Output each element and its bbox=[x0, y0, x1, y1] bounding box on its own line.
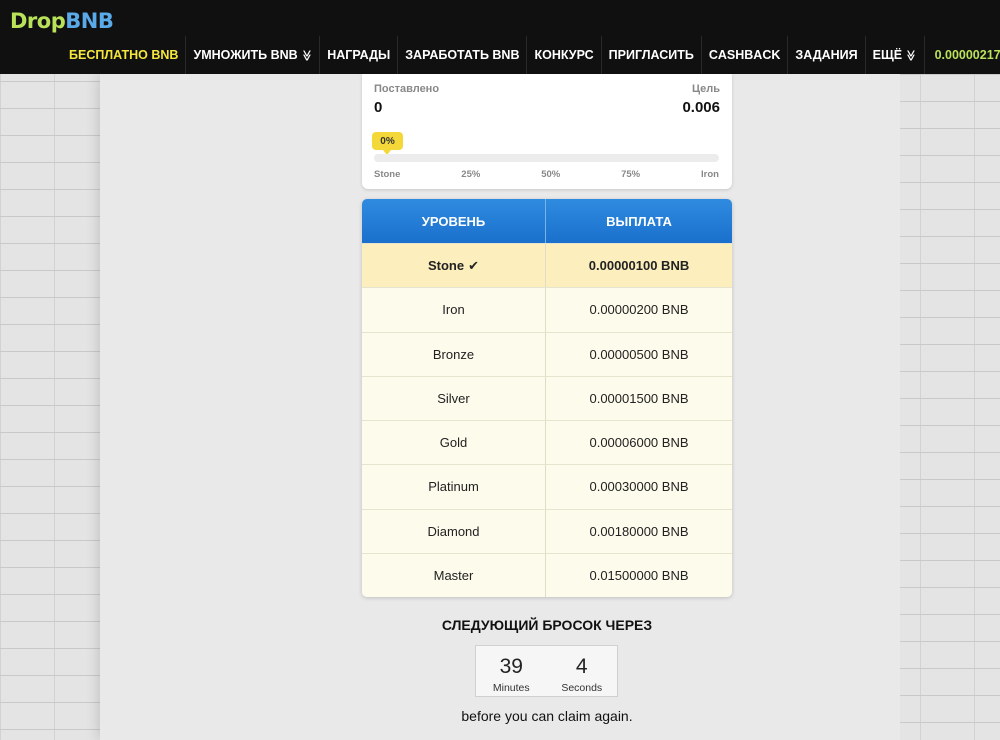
progress-tick-label: 50% bbox=[541, 169, 561, 180]
nav-item-8[interactable]: ЕЩЁ ≫ bbox=[866, 36, 925, 74]
level-cell: Bronze bbox=[362, 332, 546, 376]
level-cell: Iron bbox=[362, 288, 546, 332]
next-roll-title: СЛЕДУЮЩИЙ БРОСОК ЧЕРЕЗ bbox=[441, 617, 653, 633]
payout-cell: 0.00006000 BNB bbox=[589, 435, 689, 451]
goal-label: Цель bbox=[691, 83, 720, 95]
placed-value: 0 bbox=[374, 99, 383, 116]
level-cell: Silver bbox=[362, 376, 546, 420]
levels-table-body: Stone ✔ 0.00000100 BNB Iron 0.00000200 BNB Br… bbox=[362, 243, 732, 597]
payout-cell: 0.00030000 BNB bbox=[589, 479, 689, 495]
main-nav: БЕСПЛАТНО BNB УМНОЖИТЬ BNB ≫ НАГРАДЫ ЗАРАБОТ… bbox=[60, 36, 1000, 74]
nav-item-label: КОНКУРС bbox=[534, 48, 594, 62]
progress-tick-label: 75% bbox=[621, 169, 641, 180]
nav-item-label: ПРИГЛАСИТЬ bbox=[608, 48, 694, 62]
payout-cell: 0.00180000 BNB bbox=[589, 523, 689, 539]
table-row: Silver 0.00001500 BNB bbox=[362, 375, 732, 420]
minutes-value: 39 bbox=[499, 655, 523, 678]
progress-percent-badge: 0% bbox=[372, 132, 403, 155]
payout-cell: 0.00000500 BNB bbox=[589, 346, 689, 362]
level-name: Master bbox=[433, 567, 474, 583]
nav-item-7[interactable]: ЗАДАНИЯ bbox=[788, 36, 866, 74]
nav-item-4[interactable]: КОНКУРС bbox=[527, 36, 602, 74]
minutes-label: Minutes bbox=[492, 682, 530, 694]
goal-value: 0.006 bbox=[682, 99, 720, 116]
table-row: Diamond 0.00180000 BNB bbox=[362, 508, 732, 553]
nav-item-label: CASHBACK bbox=[708, 48, 781, 62]
level-name: Silver bbox=[437, 390, 470, 406]
progress-tick-label: Stone bbox=[374, 169, 401, 180]
progress-tick-label: Iron bbox=[701, 169, 719, 180]
nav-item-0[interactable]: БЕСПЛАТНО BNB bbox=[60, 36, 187, 74]
level-name: Stone bbox=[427, 258, 465, 274]
payout-cell: 0.01500000 BNB bbox=[589, 567, 689, 583]
column-header-level: УРОВЕНЬ bbox=[362, 199, 546, 243]
nav-item-label: ЗАРАБОТАТЬ BNB bbox=[405, 48, 520, 62]
nav-item-6[interactable]: CASHBACK bbox=[702, 36, 789, 74]
table-row: Stone ✔ 0.00000100 BNB bbox=[362, 243, 732, 288]
nav-item-label: УМНОЖИТЬ BNB bbox=[193, 48, 298, 62]
countdown-seconds: 4 Seconds bbox=[547, 646, 618, 696]
nav-item-label: НАГРАДЫ bbox=[327, 48, 391, 62]
chevron-down-icon: ≫ bbox=[904, 49, 917, 61]
nav-item-1[interactable]: УМНОЖИТЬ BNB ≫ bbox=[186, 36, 321, 74]
level-name: Platinum bbox=[428, 479, 479, 495]
level-name: Bronze bbox=[432, 346, 475, 362]
balance-display[interactable]: 0.00000217 BNB bbox=[925, 48, 1000, 62]
table-row: Gold 0.00006000 BNB bbox=[362, 420, 732, 465]
logo-part-bnb: BNB bbox=[65, 9, 114, 33]
payout-cell: 0.00000100 BNB bbox=[588, 258, 690, 274]
chevron-down-icon: ≫ bbox=[299, 49, 312, 61]
level-cell: Gold bbox=[362, 421, 546, 465]
nav-item-3[interactable]: ЗАРАБОТАТЬ BNB bbox=[398, 36, 528, 74]
level-name: Gold bbox=[439, 435, 468, 451]
level-progress-card: Поставлено 0 Цель 0.006 0% Stone 25% 50% 75… bbox=[362, 74, 732, 189]
top-bar: DropBNB БЕСПЛАТНО BNB УМНОЖИТЬ BNB ≫ НАГРАД… bbox=[0, 0, 1000, 74]
countdown-minutes: 39 Minutes bbox=[476, 646, 547, 696]
level-name: Iron bbox=[442, 302, 465, 318]
table-row: Master 0.01500000 BNB bbox=[362, 552, 732, 597]
level-cell: Master bbox=[362, 553, 546, 597]
payout-cell: 0.00000200 BNB bbox=[589, 302, 689, 318]
level-cell: Diamond bbox=[362, 509, 546, 553]
nav-item-label: ЕЩЁ bbox=[872, 48, 903, 62]
table-row: Iron 0.00000200 BNB bbox=[362, 287, 732, 332]
column-header-payout: ВЫПЛАТА bbox=[606, 213, 672, 229]
seconds-value: 4 bbox=[575, 655, 588, 678]
table-row: Platinum 0.00030000 BNB bbox=[362, 464, 732, 509]
claim-again-note: before you can claim again. bbox=[461, 708, 633, 724]
table-row: Bronze 0.00000500 BNB bbox=[362, 331, 732, 376]
level-name: Diamond bbox=[427, 523, 480, 539]
countdown-timer: 39 Minutes 4 Seconds bbox=[475, 645, 618, 697]
nav-item-2[interactable]: НАГРАДЫ bbox=[320, 36, 399, 74]
progress-ticks: Stone 25% 50% 75% Iron bbox=[374, 169, 719, 180]
placed-label: Поставлено bbox=[374, 83, 440, 95]
site-logo[interactable]: DropBNB bbox=[10, 9, 114, 33]
seconds-label: Seconds bbox=[561, 682, 603, 694]
logo-part-drop: Drop bbox=[10, 9, 66, 33]
nav-item-label: ЗАДАНИЯ bbox=[795, 48, 858, 62]
levels-table: УРОВЕНЬ ВЫПЛАТА Stone ✔ 0.00000100 BNB Iron… bbox=[362, 199, 732, 597]
level-cell: Platinum bbox=[362, 465, 546, 509]
level-cell: Stone ✔ bbox=[362, 244, 546, 288]
nav-item-5[interactable]: ПРИГЛАСИТЬ bbox=[602, 36, 702, 74]
nav-item-label: БЕСПЛАТНО BNB bbox=[69, 48, 179, 62]
payout-cell: 0.00001500 BNB bbox=[589, 390, 689, 406]
progress-track bbox=[374, 154, 719, 162]
progress-tick-label: 25% bbox=[461, 169, 481, 180]
levels-table-header: УРОВЕНЬ ВЫПЛАТА bbox=[362, 199, 732, 243]
checkmark-icon: ✔ bbox=[468, 257, 480, 273]
brick-background bbox=[900, 74, 1000, 740]
